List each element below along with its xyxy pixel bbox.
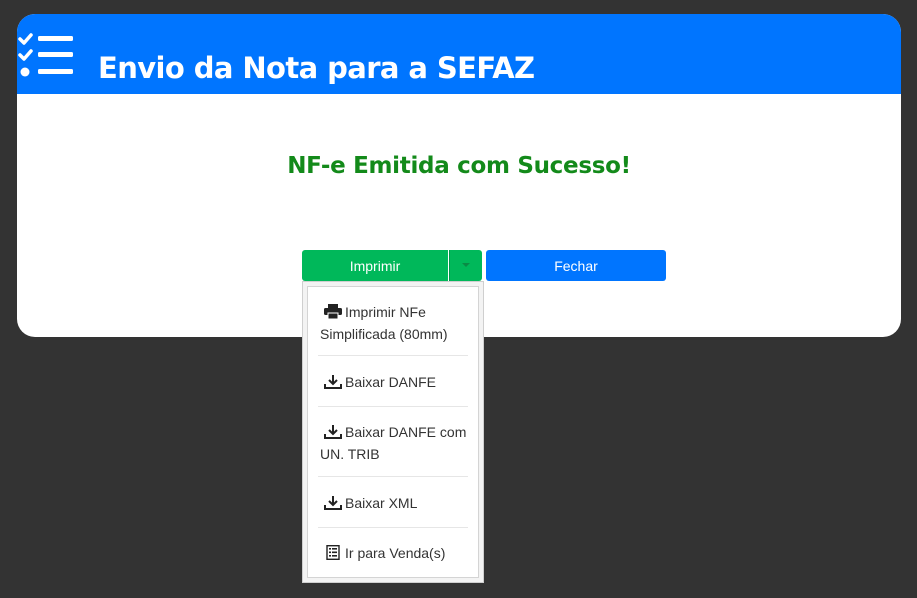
- menu-item-label: Ir para Venda(s): [345, 545, 446, 561]
- download-icon: [324, 375, 342, 389]
- print-dropdown-toggle[interactable]: [449, 250, 482, 281]
- menu-divider: [318, 406, 468, 407]
- success-message: NF-e Emitida com Sucesso!: [287, 153, 631, 179]
- menu-item-download-danfe[interactable]: Baixar DANFE: [320, 371, 470, 393]
- menu-item-label: Baixar DANFE: [345, 374, 437, 390]
- menu-item-go-to-sales[interactable]: Ir para Venda(s): [320, 542, 470, 564]
- close-button[interactable]: Fechar: [486, 250, 666, 281]
- checklist-icon: [18, 33, 73, 77]
- menu-item-download-danfe-un-trib[interactable]: Baixar DANFE com UN. TRIB: [320, 421, 470, 465]
- download-icon: [324, 496, 342, 510]
- menu-divider: [318, 527, 468, 528]
- menu-item-print-nfe-simplified[interactable]: Imprimir NFe Simplificada (80mm): [320, 301, 470, 345]
- menu-divider: [318, 355, 468, 356]
- receipt-icon: [326, 545, 340, 560]
- download-icon: [324, 425, 342, 439]
- modal-title: Envio da Nota para a SEFAZ: [98, 51, 535, 85]
- menu-item-download-xml[interactable]: Baixar XML: [320, 492, 470, 514]
- dropdown-list: Imprimir NFe Simplificada (80mm) Baixar …: [307, 286, 479, 578]
- caret-down-icon: [462, 263, 470, 267]
- printer-icon: [324, 304, 342, 319]
- print-button[interactable]: Imprimir: [302, 250, 448, 281]
- modal-header: Envio da Nota para a SEFAZ: [17, 14, 901, 94]
- print-dropdown-menu: Imprimir NFe Simplificada (80mm) Baixar …: [302, 281, 484, 583]
- menu-divider: [318, 476, 468, 477]
- menu-item-label: Baixar XML: [345, 495, 418, 511]
